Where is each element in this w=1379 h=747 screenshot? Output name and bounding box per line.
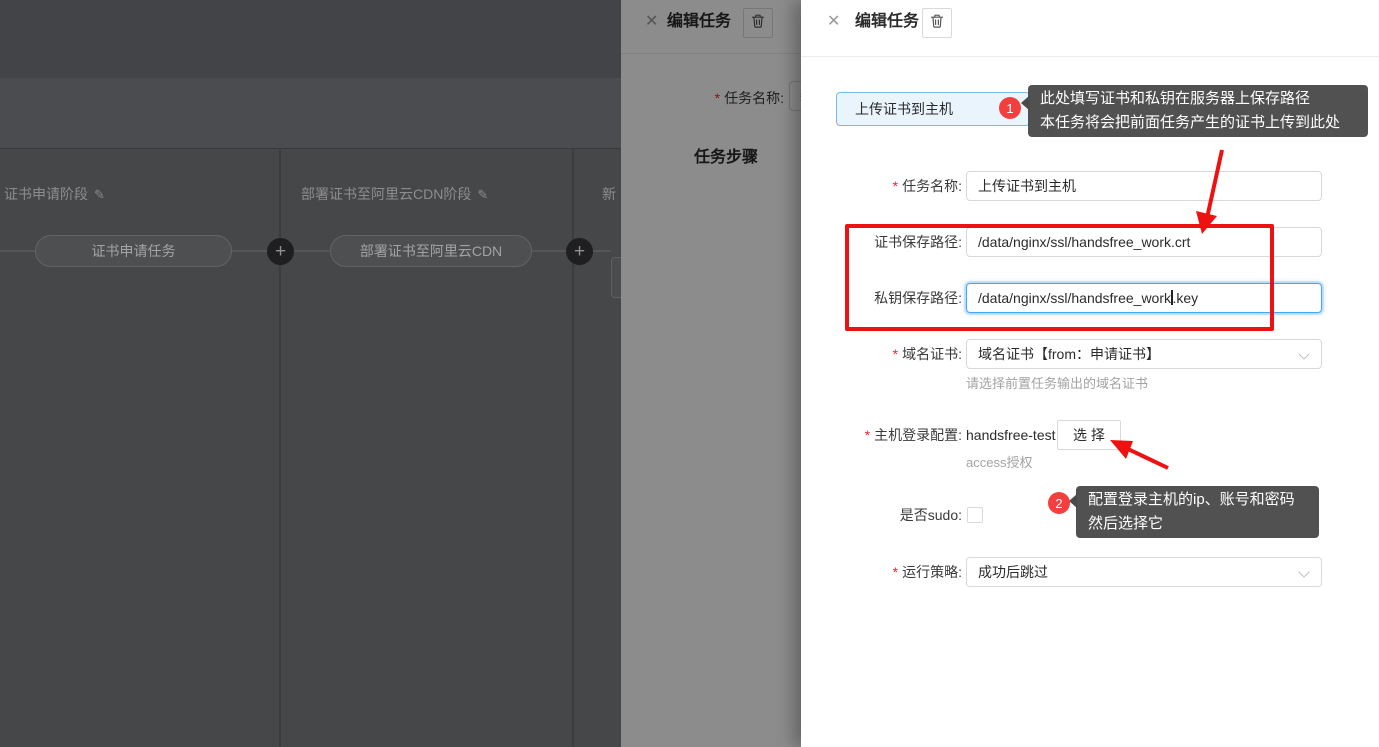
required-mark: *	[893, 564, 898, 580]
host-login-value: handsfree-test	[966, 420, 1056, 450]
annotation-tooltip-2: 配置登录主机的ip、账号和密码 然后选择它	[1076, 486, 1319, 538]
drawer-mask	[621, 0, 801, 747]
annotation-badge-1: 1	[999, 97, 1021, 119]
cert-path-label: 证书保存路径:	[874, 227, 962, 257]
tooltip-arrow-left-icon	[1069, 494, 1077, 508]
host-login-label: *主机登录配置:	[865, 420, 962, 450]
chevron-down-icon	[1298, 348, 1309, 359]
page-toolbar-band	[0, 78, 621, 149]
key-path-input[interactable]: /data/nginx/ssl/handsfree_work.key	[966, 283, 1322, 313]
task-card-partial	[611, 257, 621, 298]
required-mark: *	[893, 346, 898, 362]
page-top-band	[0, 0, 621, 78]
edit-task-drawer: ✕ 编辑任务 上传证书到主机 *任务名称: 上传证书到主机 证书保存路径: /d…	[801, 0, 1379, 747]
sudo-label: 是否sudo:	[900, 500, 962, 530]
run-policy-select[interactable]: 成功后跳过	[966, 557, 1322, 587]
annotation-tooltip-1: 此处填写证书和私钥在服务器上保存路径 本任务将会把前面任务产生的证书上传到此处	[1028, 85, 1368, 137]
task-connector	[593, 250, 611, 252]
close-icon[interactable]: ✕	[827, 14, 840, 30]
trash-icon	[929, 13, 945, 34]
key-path-label: 私钥保存路径:	[874, 283, 962, 313]
stage-title-cert-apply: 证书申请阶段✎	[4, 184, 105, 204]
workflow-canvas: 证书申请阶段✎ 部署证书至阿里云CDN阶段✎ 新 证书申请任务 部署证书至阿里云…	[0, 0, 621, 747]
task-connector	[0, 250, 35, 252]
task-pill-deploy-cdn[interactable]: 部署证书至阿里云CDN	[330, 235, 532, 267]
add-task-button[interactable]: +	[566, 238, 593, 265]
stage-title-new: 新	[602, 184, 616, 204]
task-connector	[294, 250, 330, 252]
run-policy-label: *运行策略:	[893, 557, 962, 587]
cert-path-input[interactable]: /data/nginx/ssl/handsfree_work.crt	[966, 227, 1322, 257]
header-divider	[801, 56, 1379, 57]
task-pill-cert-apply[interactable]: 证书申请任务	[35, 235, 232, 267]
domain-cert-select[interactable]: 域名证书【from：申请证书】	[966, 339, 1322, 369]
chevron-down-icon	[1298, 566, 1309, 577]
task-name-label: *任务名称:	[893, 171, 962, 201]
task-name-input[interactable]: 上传证书到主机	[966, 171, 1322, 201]
required-mark: *	[893, 178, 898, 194]
add-task-button[interactable]: +	[267, 238, 294, 265]
tooltip-arrow-left-icon	[1021, 96, 1029, 110]
task-connector	[232, 250, 268, 252]
annotation-badge-2: 2	[1048, 492, 1070, 514]
edit-task-drawer-behind: ✕ 编辑任务 *任务名称: 新 任务步骤	[621, 0, 801, 747]
edit-pencil-icon[interactable]: ✎	[477, 187, 488, 202]
host-login-help: access授权	[966, 452, 1032, 471]
edit-pencil-icon[interactable]: ✎	[94, 187, 105, 202]
host-login-select-button[interactable]: 选 择	[1057, 420, 1121, 450]
drawer-title: 编辑任务	[855, 11, 919, 33]
stage-title-deploy-cdn: 部署证书至阿里云CDN阶段✎	[301, 184, 488, 204]
required-mark: *	[865, 427, 870, 443]
delete-task-button[interactable]	[922, 8, 952, 38]
task-connector	[532, 250, 567, 252]
sudo-checkbox[interactable]	[967, 507, 983, 523]
domain-cert-label: *域名证书:	[893, 339, 962, 369]
domain-cert-help: 请选择前置任务输出的域名证书	[966, 373, 1148, 392]
